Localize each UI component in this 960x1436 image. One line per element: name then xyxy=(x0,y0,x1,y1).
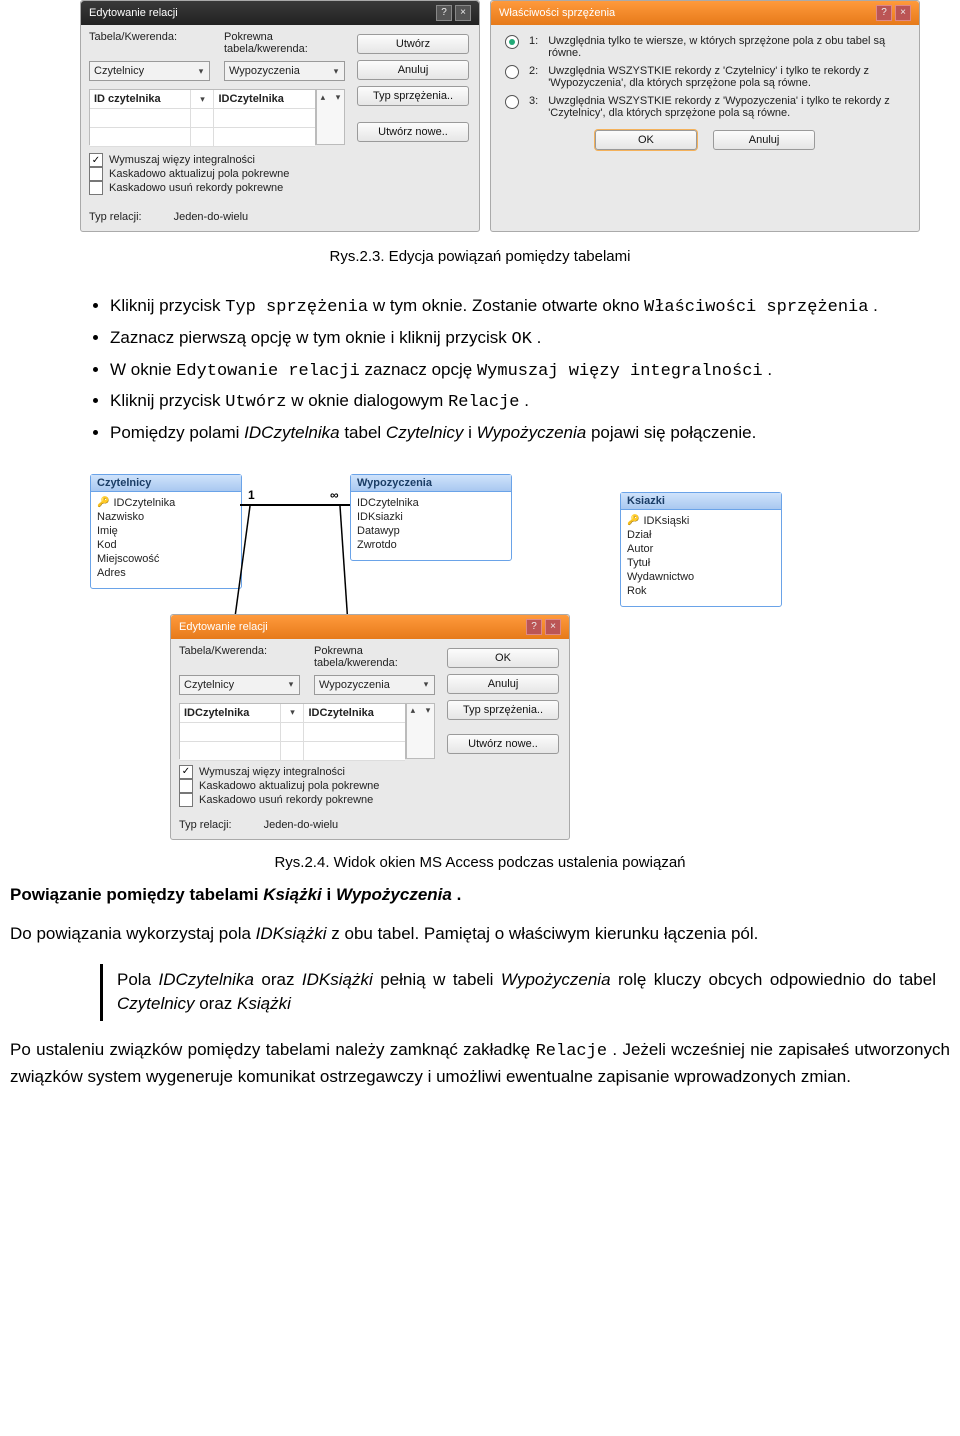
chevron-down-icon: ▾ xyxy=(196,93,208,105)
create-new-button[interactable]: Utwórz nowe.. xyxy=(357,122,469,142)
dialog-title-text: Właściwości sprzężenia xyxy=(499,7,615,19)
radio-option-2[interactable] xyxy=(505,65,519,79)
checkbox-cascade-delete[interactable]: Kaskadowo usuń rekordy pokrewne xyxy=(89,181,345,195)
option-2-text: Uwzględnia WSZYSTKIE rekordy z 'Czytelni… xyxy=(544,63,909,91)
checkbox-icon: ✓ xyxy=(89,153,103,167)
field-mapping-grid[interactable]: IDCzytelnika ▾ IDCzytelnika xyxy=(179,703,406,759)
ok-button[interactable]: OK xyxy=(595,130,697,150)
field-mapping-grid[interactable]: ID czytelnika ▾ IDCzytelnika xyxy=(89,89,316,145)
radio-option-1[interactable] xyxy=(505,35,519,49)
help-icon[interactable]: ? xyxy=(876,5,892,21)
combo-related-value: Wypozyczenia xyxy=(229,65,330,77)
cancel-button[interactable]: Anuluj xyxy=(357,60,469,80)
dialog-title-text: Edytowanie relacji xyxy=(179,621,268,633)
radio-option-3[interactable] xyxy=(505,95,519,109)
create-new-button[interactable]: Utwórz nowe.. xyxy=(447,734,559,754)
relation-type-value: Jeden-do-wielu xyxy=(174,211,249,223)
list-item: Kliknij przycisk Utwórz w oknie dialogow… xyxy=(110,389,880,415)
chevron-down-icon: ▾ xyxy=(422,704,434,718)
option-1-text: Uwzględnia tylko te wiersze, w których s… xyxy=(544,33,909,61)
chevron-up-icon: ▴ xyxy=(407,704,419,718)
close-icon[interactable]: × xyxy=(545,619,561,635)
join-type-button[interactable]: Typ sprzężenia.. xyxy=(447,700,559,720)
table-card-czytelnicy[interactable]: Czytelnicy 🔑IDCzytelnika Nazwisko Imię K… xyxy=(90,474,242,589)
dialog-titlebar: Właściwości sprzężenia ? × xyxy=(491,1,919,25)
map-left-field[interactable]: ID czytelnika xyxy=(90,90,191,109)
scrollbar[interactable]: ▴ ▾ xyxy=(406,703,435,759)
instruction-list: Kliknij przycisk Typ sprzężenia w tym ok… xyxy=(0,282,960,457)
dialog-titlebar: Edytowanie relacji ? × xyxy=(81,1,479,25)
checkbox-icon xyxy=(89,167,103,181)
list-item: Pomiędzy polami IDCzytelnika tabel Czyte… xyxy=(110,421,880,445)
paragraph: Po ustaleniu związków pomiędzy tabelami … xyxy=(10,1038,950,1089)
checkbox-enforce-integrity[interactable]: ✓ Wymuszaj więzy integralności xyxy=(89,153,345,167)
join-type-button[interactable]: Typ sprzężenia.. xyxy=(357,86,469,106)
dialog-titlebar: Edytowanie relacji ? × xyxy=(171,615,569,639)
scrollbar[interactable]: ▴ ▾ xyxy=(316,89,345,145)
label-related-table: Pokrewna tabela/kwerenda: xyxy=(224,31,345,55)
label-relation-type: Typ relacji: xyxy=(89,211,142,223)
close-icon[interactable]: × xyxy=(455,5,471,21)
key-icon: 🔑 xyxy=(97,497,109,508)
relationship-many-label: ∞ xyxy=(330,488,339,502)
help-icon[interactable]: ? xyxy=(526,619,542,635)
chevron-down-icon: ▾ xyxy=(195,65,207,77)
dialog-title-text: Edytowanie relacji xyxy=(89,7,178,19)
close-icon[interactable]: × xyxy=(895,5,911,21)
combo-table[interactable]: Czytelnicy ▾ xyxy=(179,675,300,695)
cancel-button[interactable]: Anuluj xyxy=(447,674,559,694)
chevron-down-icon: ▾ xyxy=(285,679,297,691)
dialog-join-properties: Właściwości sprzężenia ? × 1: Uwzględnia… xyxy=(490,0,920,232)
cancel-button[interactable]: Anuluj xyxy=(713,130,815,150)
join-options: 1: Uwzględnia tylko te wiersze, w któryc… xyxy=(499,31,911,123)
combo-related-table[interactable]: Wypozyczenia ▾ xyxy=(224,61,345,81)
combo-related-table[interactable]: Wypozyczenia ▾ xyxy=(314,675,435,695)
list-item: Zaznacz pierwszą opcję w tym oknie i kli… xyxy=(110,326,880,352)
ok-button[interactable]: OK xyxy=(447,648,559,668)
label-table: Tabela/Kwerenda: xyxy=(89,31,210,55)
combo-table[interactable]: Czytelnicy ▾ xyxy=(89,61,210,81)
section-heading: Powiązanie pomiędzy tabelami Książki i W… xyxy=(10,885,950,905)
option-3-text: Uwzględnia WSZYSTKIE rekordy z 'Wypozycz… xyxy=(544,93,909,121)
dialog-edit-relationship-2: Edytowanie relacji ? × Tabela/Kwerenda: … xyxy=(170,614,570,840)
table-card-ksiazki[interactable]: Ksiazki 🔑IDKsiąski Dział Autor Tytuł Wyd… xyxy=(620,492,782,607)
checkbox-cascade-update[interactable]: Kaskadowo aktualizuj pola pokrewne xyxy=(89,167,345,181)
chevron-down-icon: ▾ xyxy=(420,679,432,691)
note-block: Pola IDCzytelnika oraz IDKsiążki pełnią … xyxy=(100,964,950,1021)
help-icon[interactable]: ? xyxy=(436,5,452,21)
figure-caption-1: Rys.2.3. Edycja powiązań pomiędzy tabela… xyxy=(0,248,960,265)
dialog-edit-relationship: Edytowanie relacji ? × Tabela/Kwerenda: … xyxy=(80,0,480,232)
relationship-diagram: Czytelnicy 🔑IDCzytelnika Nazwisko Imię K… xyxy=(80,474,960,784)
checkbox-icon xyxy=(89,181,103,195)
figure-caption-2: Rys.2.4. Widok okien MS Access podczas u… xyxy=(0,854,960,871)
key-icon: 🔑 xyxy=(627,515,639,526)
chevron-down-icon: ▾ xyxy=(286,707,298,719)
checkbox-enforce-integrity[interactable]: ✓Wymuszaj więzy integralności xyxy=(179,765,435,779)
create-button[interactable]: Utwórz xyxy=(357,34,469,54)
chevron-down-icon: ▾ xyxy=(332,90,344,104)
checkbox-cascade-delete[interactable]: Kaskadowo usuń rekordy pokrewne xyxy=(179,793,435,807)
paragraph: Do powiązania wykorzystaj pola IDKsiążki… xyxy=(10,922,950,947)
map-right-field[interactable]: IDCzytelnika xyxy=(214,90,314,109)
chevron-down-icon: ▾ xyxy=(330,65,342,77)
checkbox-cascade-update[interactable]: Kaskadowo aktualizuj pola pokrewne xyxy=(179,779,435,793)
chevron-up-icon: ▴ xyxy=(317,90,329,104)
list-item: W oknie Edytowanie relacji zaznacz opcję… xyxy=(110,358,880,384)
combo-table-value: Czytelnicy xyxy=(94,65,195,77)
list-item: Kliknij przycisk Typ sprzężenia w tym ok… xyxy=(110,294,880,320)
relationship-one-label: 1 xyxy=(248,488,255,502)
